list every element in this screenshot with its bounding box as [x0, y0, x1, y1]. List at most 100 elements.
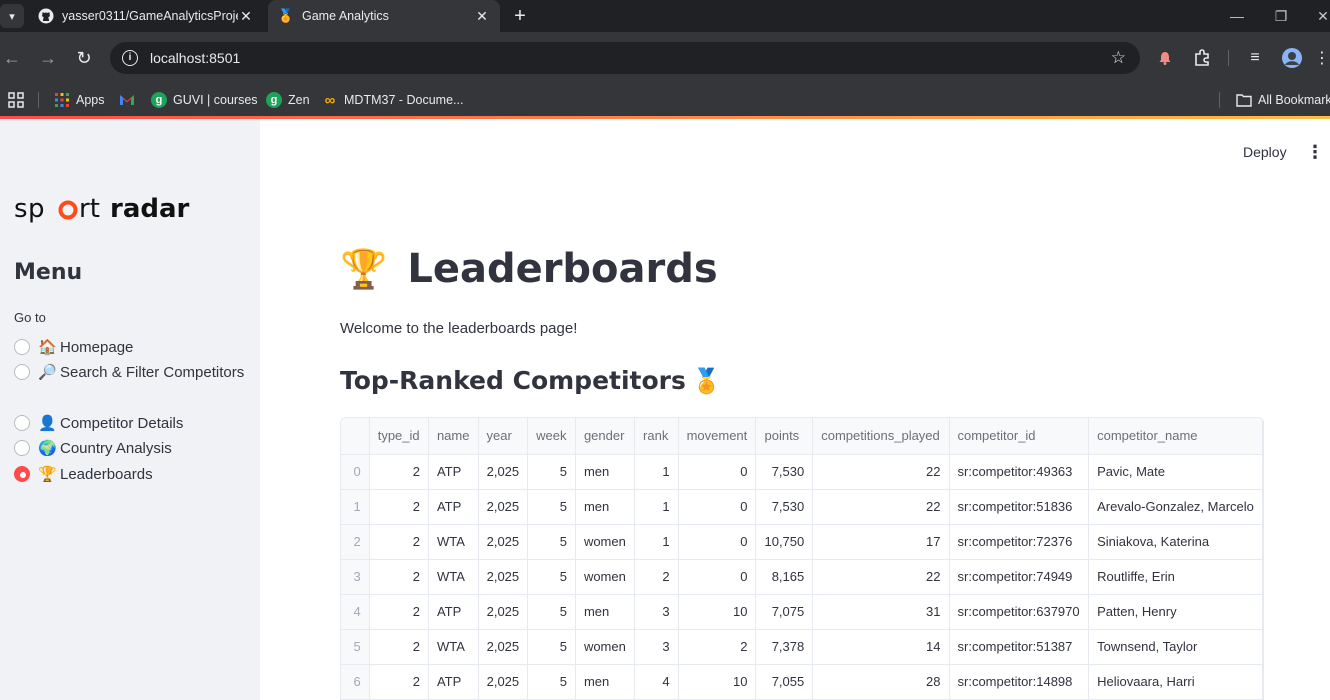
bookmark-guvi[interactable]: g GUVI | courses	[151, 88, 258, 112]
table-row[interactable]: 2 2 WTA 2,025 5 women 1 0 10,750 17 sr:competitor:…	[341, 524, 1263, 560]
table-cell[interactable]: sr:competitor:51836	[949, 489, 1090, 525]
table-cell[interactable]: sr:competitor:14898	[949, 664, 1090, 700]
table-cell[interactable]: 2	[634, 559, 679, 595]
table-cell[interactable]: 5	[527, 524, 576, 560]
more-options-icon[interactable]: ⋮	[1306, 143, 1324, 161]
table-cell[interactable]: 10,750	[755, 524, 814, 560]
table-row[interactable]: 0 2 ATP 2,025 5 men 1 0 7,530 22 sr:competitor:493…	[341, 454, 1263, 490]
row-index[interactable]: 6	[341, 664, 370, 700]
row-index[interactable]: 2	[341, 524, 370, 560]
table-cell[interactable]: Routliffe, Erin	[1088, 559, 1263, 595]
table-cell[interactable]: 5	[527, 594, 576, 630]
column-header[interactable]: year	[478, 418, 529, 455]
table-row[interactable]: 1 2 ATP 2,025 5 men 1 0 7,530 22 sr:competitor:518…	[341, 489, 1263, 525]
table-cell[interactable]: Siniakova, Katerina	[1088, 524, 1263, 560]
column-header[interactable]: competitor_name	[1088, 418, 1263, 455]
table-cell[interactable]: 22	[812, 454, 950, 490]
restore-button[interactable]: ❐	[1258, 0, 1304, 32]
all-bookmarks-button[interactable]: All Bookmarks	[1236, 88, 1330, 112]
column-header[interactable]: name	[428, 418, 479, 455]
table-cell[interactable]: 2	[369, 664, 429, 700]
row-index[interactable]: 3	[341, 559, 370, 595]
table-cell[interactable]: 28	[812, 664, 950, 700]
tab-search-button[interactable]: ▾	[0, 4, 24, 28]
table-cell[interactable]: 7,378	[755, 629, 814, 665]
table-cell[interactable]: WTA	[428, 524, 479, 560]
row-index[interactable]: 5	[341, 629, 370, 665]
table-cell[interactable]: 0	[678, 454, 757, 490]
tab-game-analytics[interactable]: 🏅 Game Analytics ✕	[268, 0, 500, 32]
column-header[interactable]: movement	[678, 418, 757, 455]
table-cell[interactable]: ATP	[428, 664, 479, 700]
table-cell[interactable]: men	[575, 594, 636, 630]
table-row[interactable]: 4 2 ATP 2,025 5 men 3 10 7,075 31 sr:competitor:63…	[341, 594, 1263, 630]
table-cell[interactable]: Pavic, Mate	[1088, 454, 1263, 490]
table-cell[interactable]: 5	[527, 559, 576, 595]
table-cell[interactable]: Townsend, Taylor	[1088, 629, 1263, 665]
table-cell[interactable]: Patten, Henry	[1088, 594, 1263, 630]
table-cell[interactable]: sr:competitor:49363	[949, 454, 1090, 490]
table-cell[interactable]: 2	[678, 629, 757, 665]
table-cell[interactable]: ATP	[428, 489, 479, 525]
bookmark-mdtm37[interactable]: ∞ MDTM37 - Docume...	[322, 88, 464, 112]
table-row[interactable]: 6 2 ATP 2,025 5 men 4 10 7,055 28 sr:competitor:14…	[341, 664, 1263, 700]
table-cell[interactable]: 2	[369, 489, 429, 525]
column-header[interactable]: rank	[634, 418, 679, 455]
bookmark-gmail[interactable]	[119, 88, 141, 112]
minimize-button[interactable]: —	[1214, 0, 1260, 32]
bookmark-star-icon[interactable]: ☆	[1111, 48, 1126, 68]
forward-button[interactable]: →	[36, 46, 60, 70]
table-cell[interactable]: 2,025	[478, 629, 529, 665]
reload-button[interactable]: ↻	[72, 46, 96, 70]
table-cell[interactable]: 0	[678, 524, 757, 560]
index-column-header[interactable]	[341, 418, 370, 455]
radio-button-selected[interactable]	[14, 466, 30, 482]
table-cell[interactable]: 17	[812, 524, 950, 560]
table-cell[interactable]: 5	[527, 629, 576, 665]
table-cell[interactable]: sr:competitor:637970	[949, 594, 1090, 630]
table-cell[interactable]: 7,075	[755, 594, 814, 630]
table-cell[interactable]: 14	[812, 629, 950, 665]
new-tab-button[interactable]: +	[508, 4, 532, 28]
extensions-icon[interactable]	[1190, 46, 1214, 70]
table-cell[interactable]: 10	[678, 594, 757, 630]
table-cell[interactable]: Heliovaara, Harri	[1088, 664, 1263, 700]
extension-alert-icon[interactable]	[1153, 46, 1177, 70]
bookmark-apps[interactable]: Apps	[54, 88, 105, 112]
table-cell[interactable]: 4	[634, 664, 679, 700]
table-cell[interactable]: ATP	[428, 454, 479, 490]
table-cell[interactable]: men	[575, 664, 636, 700]
table-cell[interactable]: 2,025	[478, 489, 529, 525]
table-cell[interactable]: 7,530	[755, 489, 814, 525]
column-header[interactable]: gender	[575, 418, 636, 455]
column-header[interactable]: type_id	[369, 418, 429, 455]
nav-radio-leaderboards[interactable]: 🏆 Leaderboards	[14, 462, 254, 487]
table-cell[interactable]: 2	[369, 629, 429, 665]
table-cell[interactable]: 31	[812, 594, 950, 630]
nav-radio-search-filter[interactable]: 🔎 Search & Filter Competitors	[14, 360, 254, 385]
table-cell[interactable]: women	[575, 559, 636, 595]
column-header[interactable]: competitions_played	[812, 418, 950, 455]
table-cell[interactable]: 3	[634, 629, 679, 665]
table-cell[interactable]: 1	[634, 524, 679, 560]
close-icon[interactable]: ✕	[238, 8, 254, 25]
column-header[interactable]: points	[755, 418, 814, 455]
close-icon[interactable]: ✕	[474, 8, 490, 25]
radio-button[interactable]	[14, 440, 30, 456]
site-info-icon[interactable]: i	[122, 50, 138, 66]
back-button[interactable]: ←	[0, 46, 24, 70]
table-cell[interactable]: women	[575, 629, 636, 665]
reading-list-icon[interactable]: ≡	[1243, 46, 1267, 70]
table-cell[interactable]: WTA	[428, 629, 479, 665]
table-cell[interactable]: 1	[634, 489, 679, 525]
column-header[interactable]: competitor_id	[949, 418, 1090, 455]
apps-launcher-icon[interactable]	[8, 88, 24, 112]
close-window-button[interactable]: ✕	[1300, 0, 1330, 32]
deploy-button[interactable]: Deploy	[1243, 144, 1287, 160]
table-cell[interactable]: 3	[634, 594, 679, 630]
table-cell[interactable]: 2	[369, 594, 429, 630]
table-cell[interactable]: 2	[369, 559, 429, 595]
table-cell[interactable]: 0	[678, 559, 757, 595]
table-cell[interactable]: 8,165	[755, 559, 814, 595]
table-cell[interactable]: 2,025	[478, 454, 529, 490]
